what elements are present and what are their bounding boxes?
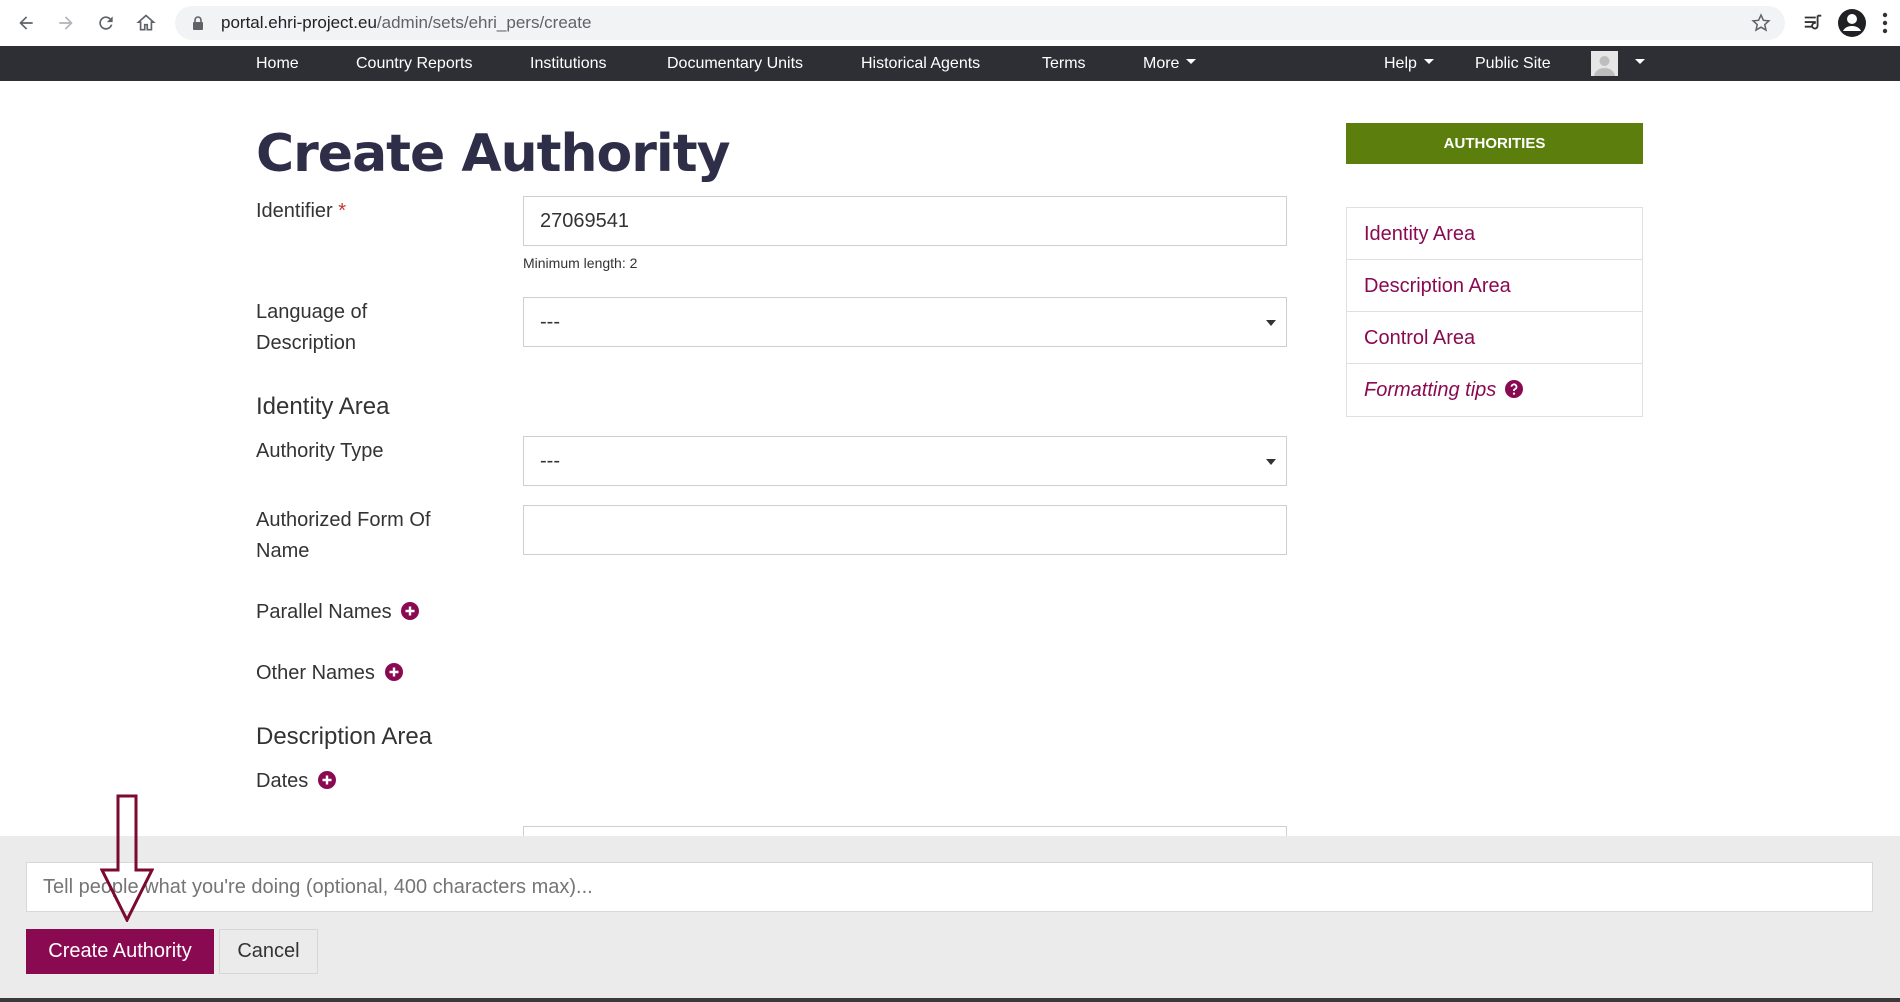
language-selected-value: --- (540, 310, 560, 333)
chevron-down-icon (1186, 59, 1197, 65)
url-host: portal.ehri-project.eu (221, 13, 377, 32)
bookmark-star-icon[interactable] (1751, 13, 1771, 33)
nav-country-reports[interactable]: Country Reports (356, 46, 473, 81)
language-select[interactable]: --- (523, 297, 1287, 347)
home-icon (136, 14, 156, 31)
dates-label: Dates (256, 770, 309, 792)
language-label-line1: Language of (256, 301, 368, 323)
user-silhouette-icon (1594, 56, 1615, 76)
chevron-down-icon (1635, 59, 1645, 65)
formatting-tips-link[interactable]: Formatting tips (1347, 364, 1642, 416)
kebab-menu-icon (1882, 12, 1888, 34)
url-path: /admin/sets/ehri_pers/create (376, 13, 592, 32)
create-authority-button[interactable]: Create Authority (26, 929, 214, 974)
add-other-name-plus-icon[interactable] (384, 663, 403, 681)
authorities-header: AUTHORITIES (1346, 123, 1643, 164)
nav-historical-agents[interactable]: Historical Agents (861, 46, 980, 81)
description-area-heading: Description Area (256, 723, 433, 750)
forward-button[interactable] (46, 0, 86, 46)
profile-button[interactable] (1834, 0, 1870, 46)
authorized-form-label-line2: Name (256, 540, 310, 562)
cancel-button[interactable]: Cancel (219, 929, 318, 974)
nav-help-dropdown[interactable]: Help (1384, 46, 1434, 81)
identifier-label-text: Identifier (256, 200, 333, 222)
back-arrow-icon (19, 16, 33, 30)
formatting-tips-label: Formatting tips (1364, 379, 1497, 401)
authority-type-select[interactable]: --- (523, 436, 1287, 486)
window-bottom-edge (0, 998, 1900, 1002)
section-nav-identity-area[interactable]: Identity Area (1347, 208, 1642, 260)
back-button[interactable] (6, 0, 46, 46)
reload-icon (99, 16, 113, 30)
section-nav-description-area[interactable]: Description Area (1347, 260, 1642, 312)
home-button[interactable] (126, 0, 166, 46)
reading-list-button[interactable] (1796, 0, 1830, 46)
authorized-form-input[interactable] (523, 505, 1287, 555)
question-circle-icon (1504, 380, 1523, 398)
select-caret-icon (1266, 459, 1276, 465)
lock-icon (193, 16, 203, 30)
authorized-form-label-line1: Authorized Form Of (256, 509, 431, 531)
address-bar[interactable]: portal.ehri-project.eu/admin/sets/ehri_p… (175, 6, 1785, 40)
nav-help-label: Help (1384, 55, 1417, 72)
authority-type-label: Authority Type (256, 440, 384, 462)
main-navbar: Home Country Reports Institutions Docume… (0, 46, 1900, 81)
nav-institutions[interactable]: Institutions (530, 46, 606, 81)
authorized-form-label: Authorized Form Of Name (256, 505, 431, 567)
other-names-row: Other Names (256, 658, 403, 689)
identifier-help-text: Minimum length: 2 (523, 255, 638, 271)
form-actions-bar (0, 836, 1900, 1002)
log-message-input[interactable]: Tell people what you're doing (optional,… (26, 862, 1873, 912)
nav-public-site[interactable]: Public Site (1475, 46, 1551, 81)
nav-more-dropdown[interactable]: More (1143, 46, 1197, 81)
annotation-arrow-icon (100, 794, 154, 922)
identifier-label: Identifier * (256, 196, 346, 227)
user-menu-toggle[interactable] (1628, 46, 1645, 81)
section-nav: Identity Area Description Area Control A… (1346, 207, 1643, 417)
nav-documentary-units[interactable]: Documentary Units (667, 46, 803, 81)
select-caret-icon (1266, 320, 1276, 326)
page-title: Create Authority (256, 124, 730, 184)
forward-arrow-icon (59, 16, 73, 30)
identifier-input[interactable]: 27069541 (523, 196, 1287, 246)
section-nav-control-area[interactable]: Control Area (1347, 312, 1642, 364)
identity-area-heading: Identity Area (256, 393, 390, 420)
language-label-line2: Description (256, 332, 357, 354)
browser-toolbar: portal.ehri-project.eu/admin/sets/ehri_p… (0, 0, 1900, 46)
authority-type-selected-value: --- (540, 449, 560, 472)
reading-list-icon (1804, 14, 1822, 30)
browser-menu-button[interactable] (1874, 0, 1896, 46)
chevron-down-icon (1423, 59, 1434, 65)
nav-terms[interactable]: Terms (1042, 46, 1086, 81)
nav-more-label: More (1143, 55, 1180, 72)
dates-row: Dates (256, 766, 336, 797)
identifier-value: 27069541 (540, 209, 629, 232)
avatar[interactable] (1591, 51, 1618, 76)
account-icon (1838, 9, 1866, 37)
other-names-label: Other Names (256, 662, 375, 684)
nav-home[interactable]: Home (256, 46, 299, 81)
language-label: Language of Description (256, 297, 367, 359)
required-marker: * (338, 200, 347, 222)
reload-button[interactable] (86, 0, 126, 46)
parallel-names-label: Parallel Names (256, 601, 392, 623)
parallel-names-row: Parallel Names (256, 597, 420, 628)
add-date-plus-icon[interactable] (317, 771, 336, 789)
add-parallel-name-plus-icon[interactable] (401, 602, 420, 620)
